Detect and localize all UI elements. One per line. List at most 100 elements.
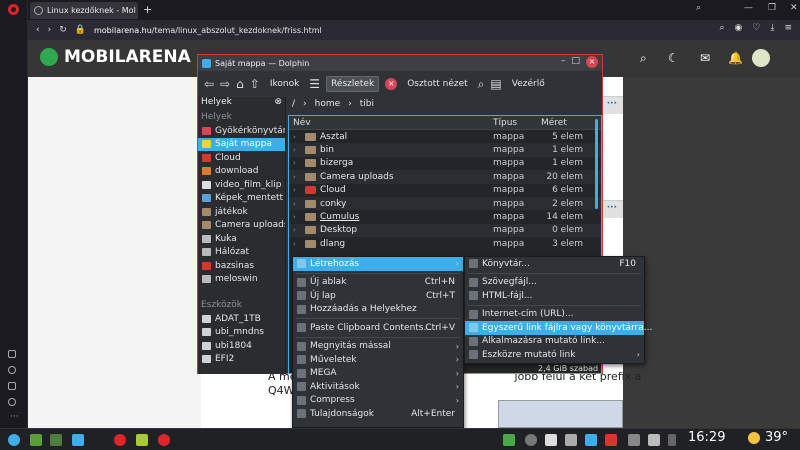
file-row[interactable]: › Cloud mappa 6 elem [289,184,601,197]
menu-item[interactable]: Műveletek › [293,353,463,367]
menu-item[interactable]: Új ablak Ctrl+N [293,276,463,290]
calculator-icon[interactable] [50,434,62,446]
file-row[interactable]: › Desktop mappa 0 elem [289,223,601,238]
expand-chevron-icon[interactable]: › [293,240,301,248]
control-button[interactable]: Vezérlő [508,77,549,91]
device-item[interactable]: ubi1804 [198,339,285,353]
places-item[interactable]: meloswin [198,273,285,287]
post-menu-icon[interactable]: ··· [607,203,617,213]
menu-item[interactable]: HTML-fájl... [465,289,644,303]
menu-item[interactable]: Könyvtár... F10 [465,257,644,271]
up-arrow-icon[interactable]: ⇧ [250,77,260,91]
places-item[interactable]: Saját mappa [198,137,285,151]
more-icon[interactable]: ··· [10,412,19,422]
menu-item[interactable]: Aktivitások › [293,380,463,394]
maximize-icon[interactable]: ❐ [768,3,776,13]
site-search-icon[interactable]: ⌕ [640,51,647,66]
menu-item[interactable]: Alkalmazásra mutató link... [465,335,644,349]
url-field[interactable]: mobilarena.hu/tema/linux_abszolut_kezdok… [94,26,322,35]
notification-icon[interactable]: 🔔 [728,51,743,65]
terminal-icon[interactable] [30,434,42,446]
box-icon[interactable] [8,382,16,390]
file-row[interactable]: › conky mappa 2 elem [289,196,601,211]
file-row[interactable]: › bin mappa 1 elem [289,143,601,157]
close-icon[interactable]: × [586,56,598,68]
search-icon[interactable]: ⌕ [719,23,724,33]
menu-item[interactable]: Új lap Ctrl+T [293,289,463,303]
files-icon[interactable] [72,434,84,446]
expand-chevron-icon[interactable]: › [293,159,301,167]
bookmark-icon[interactable]: ♡ [752,23,760,33]
search-icon[interactable]: ⌕ [478,77,485,92]
tabs-search-icon[interactable]: ⌕ [696,3,701,13]
places-item[interactable]: Camera uploads [198,219,285,233]
file-row[interactable]: › Asztal mappa 5 elem [289,130,601,143]
menu-item[interactable]: Megnyitás mással › [293,340,463,354]
places-item[interactable]: Kuka [198,232,285,246]
dark-mode-icon[interactable]: ☾ [668,51,679,65]
places-item[interactable]: video_film_klip [198,178,285,192]
camera-icon[interactable]: ◉ [735,23,743,33]
menu-item[interactable]: MEGA › [293,367,463,381]
expand-chevron-icon[interactable]: › [293,200,301,208]
icons-view-button[interactable]: Ikonok [266,77,303,91]
places-item[interactable]: Gyökérkönyvtár [198,124,285,138]
clock[interactable]: 16:29 [688,430,725,445]
breadcrumb-item[interactable]: / [292,99,295,109]
menu-icon[interactable]: ≡ [784,23,792,33]
expand-chevron-icon[interactable]: › [293,173,301,181]
new-tab-button[interactable]: + [143,3,152,16]
weather-icon[interactable] [748,432,760,444]
opera-window-icon[interactable] [158,434,170,446]
column-size[interactable]: Méret [537,118,587,128]
minimize-icon[interactable]: — [744,3,753,13]
file-row[interactable]: › Camera uploads mappa 20 elem [289,170,601,184]
panel-close-icon[interactable]: ⊗ [274,97,282,110]
cloud-tray-icon[interactable] [585,434,597,446]
media-icon[interactable] [136,434,148,446]
menu-item[interactable]: Eszközre mutató link › [465,348,644,362]
settings-icon[interactable] [8,398,16,406]
places-item[interactable]: Képek_mentett [198,192,285,206]
menu-item[interactable]: Paste Clipboard Contents... Ctrl+V [293,321,463,335]
menu-item[interactable]: Szövegfájl... [465,276,644,290]
menu-item[interactable]: Egyszerű link fájlra vagy könyvtárra... [465,321,652,335]
mega-tray-icon[interactable] [605,434,617,446]
file-list-scrollbar[interactable] [595,119,598,209]
column-name[interactable]: Név [289,118,489,128]
notes-tray-icon[interactable] [545,434,557,446]
menu-item[interactable]: Compress › [293,394,463,408]
menu-item[interactable]: Tulajdonságok Alt+Enter [293,407,463,421]
reload-icon[interactable]: ↻ [59,25,67,35]
tray-expand-icon[interactable] [668,434,676,446]
expand-chevron-icon[interactable]: › [293,146,301,154]
close-window-icon[interactable]: ✕ [790,3,798,13]
avatar[interactable] [752,49,770,67]
file-row[interactable]: › dlang mappa 3 elem [289,237,601,250]
volume-icon[interactable] [648,434,660,446]
file-row[interactable]: › Cumulus mappa 14 elem [289,210,601,223]
history-icon[interactable] [8,366,16,374]
device-item[interactable]: ADAT_1TB [198,312,285,326]
maximize-icon[interactable]: □ [571,56,580,68]
menu-item[interactable]: Létrehozás › [293,257,463,271]
opera-logo-icon[interactable] [8,4,19,15]
details-view-button[interactable]: Részletek [326,76,380,92]
back-arrow-icon[interactable]: ⇦ [204,77,214,91]
device-item[interactable]: EFI2 [198,353,285,367]
device-item[interactable]: ubi_mndns [198,326,285,340]
breadcrumb-item[interactable]: tibi [360,99,374,109]
post-menu-icon[interactable]: ··· [607,99,617,109]
usb-tray-icon[interactable] [565,434,577,446]
window-titlebar[interactable]: Saját mappa — Dolphin – □ × [198,55,602,71]
home-icon[interactable]: ⌂ [236,77,244,91]
opera-taskbar-icon[interactable] [114,434,126,446]
menu-item[interactable]: Internet-cím (URL)... [465,308,644,322]
split-view-button[interactable]: Osztott nézet [403,77,471,91]
minimize-icon[interactable]: – [561,56,566,68]
menu-item[interactable]: Hozzáadás a Helyekhez [293,303,463,317]
network-icon[interactable] [503,434,515,446]
expand-chevron-icon[interactable]: › [293,133,301,141]
close-split-icon[interactable]: × [385,78,398,90]
expand-chevron-icon[interactable]: › [293,213,301,221]
